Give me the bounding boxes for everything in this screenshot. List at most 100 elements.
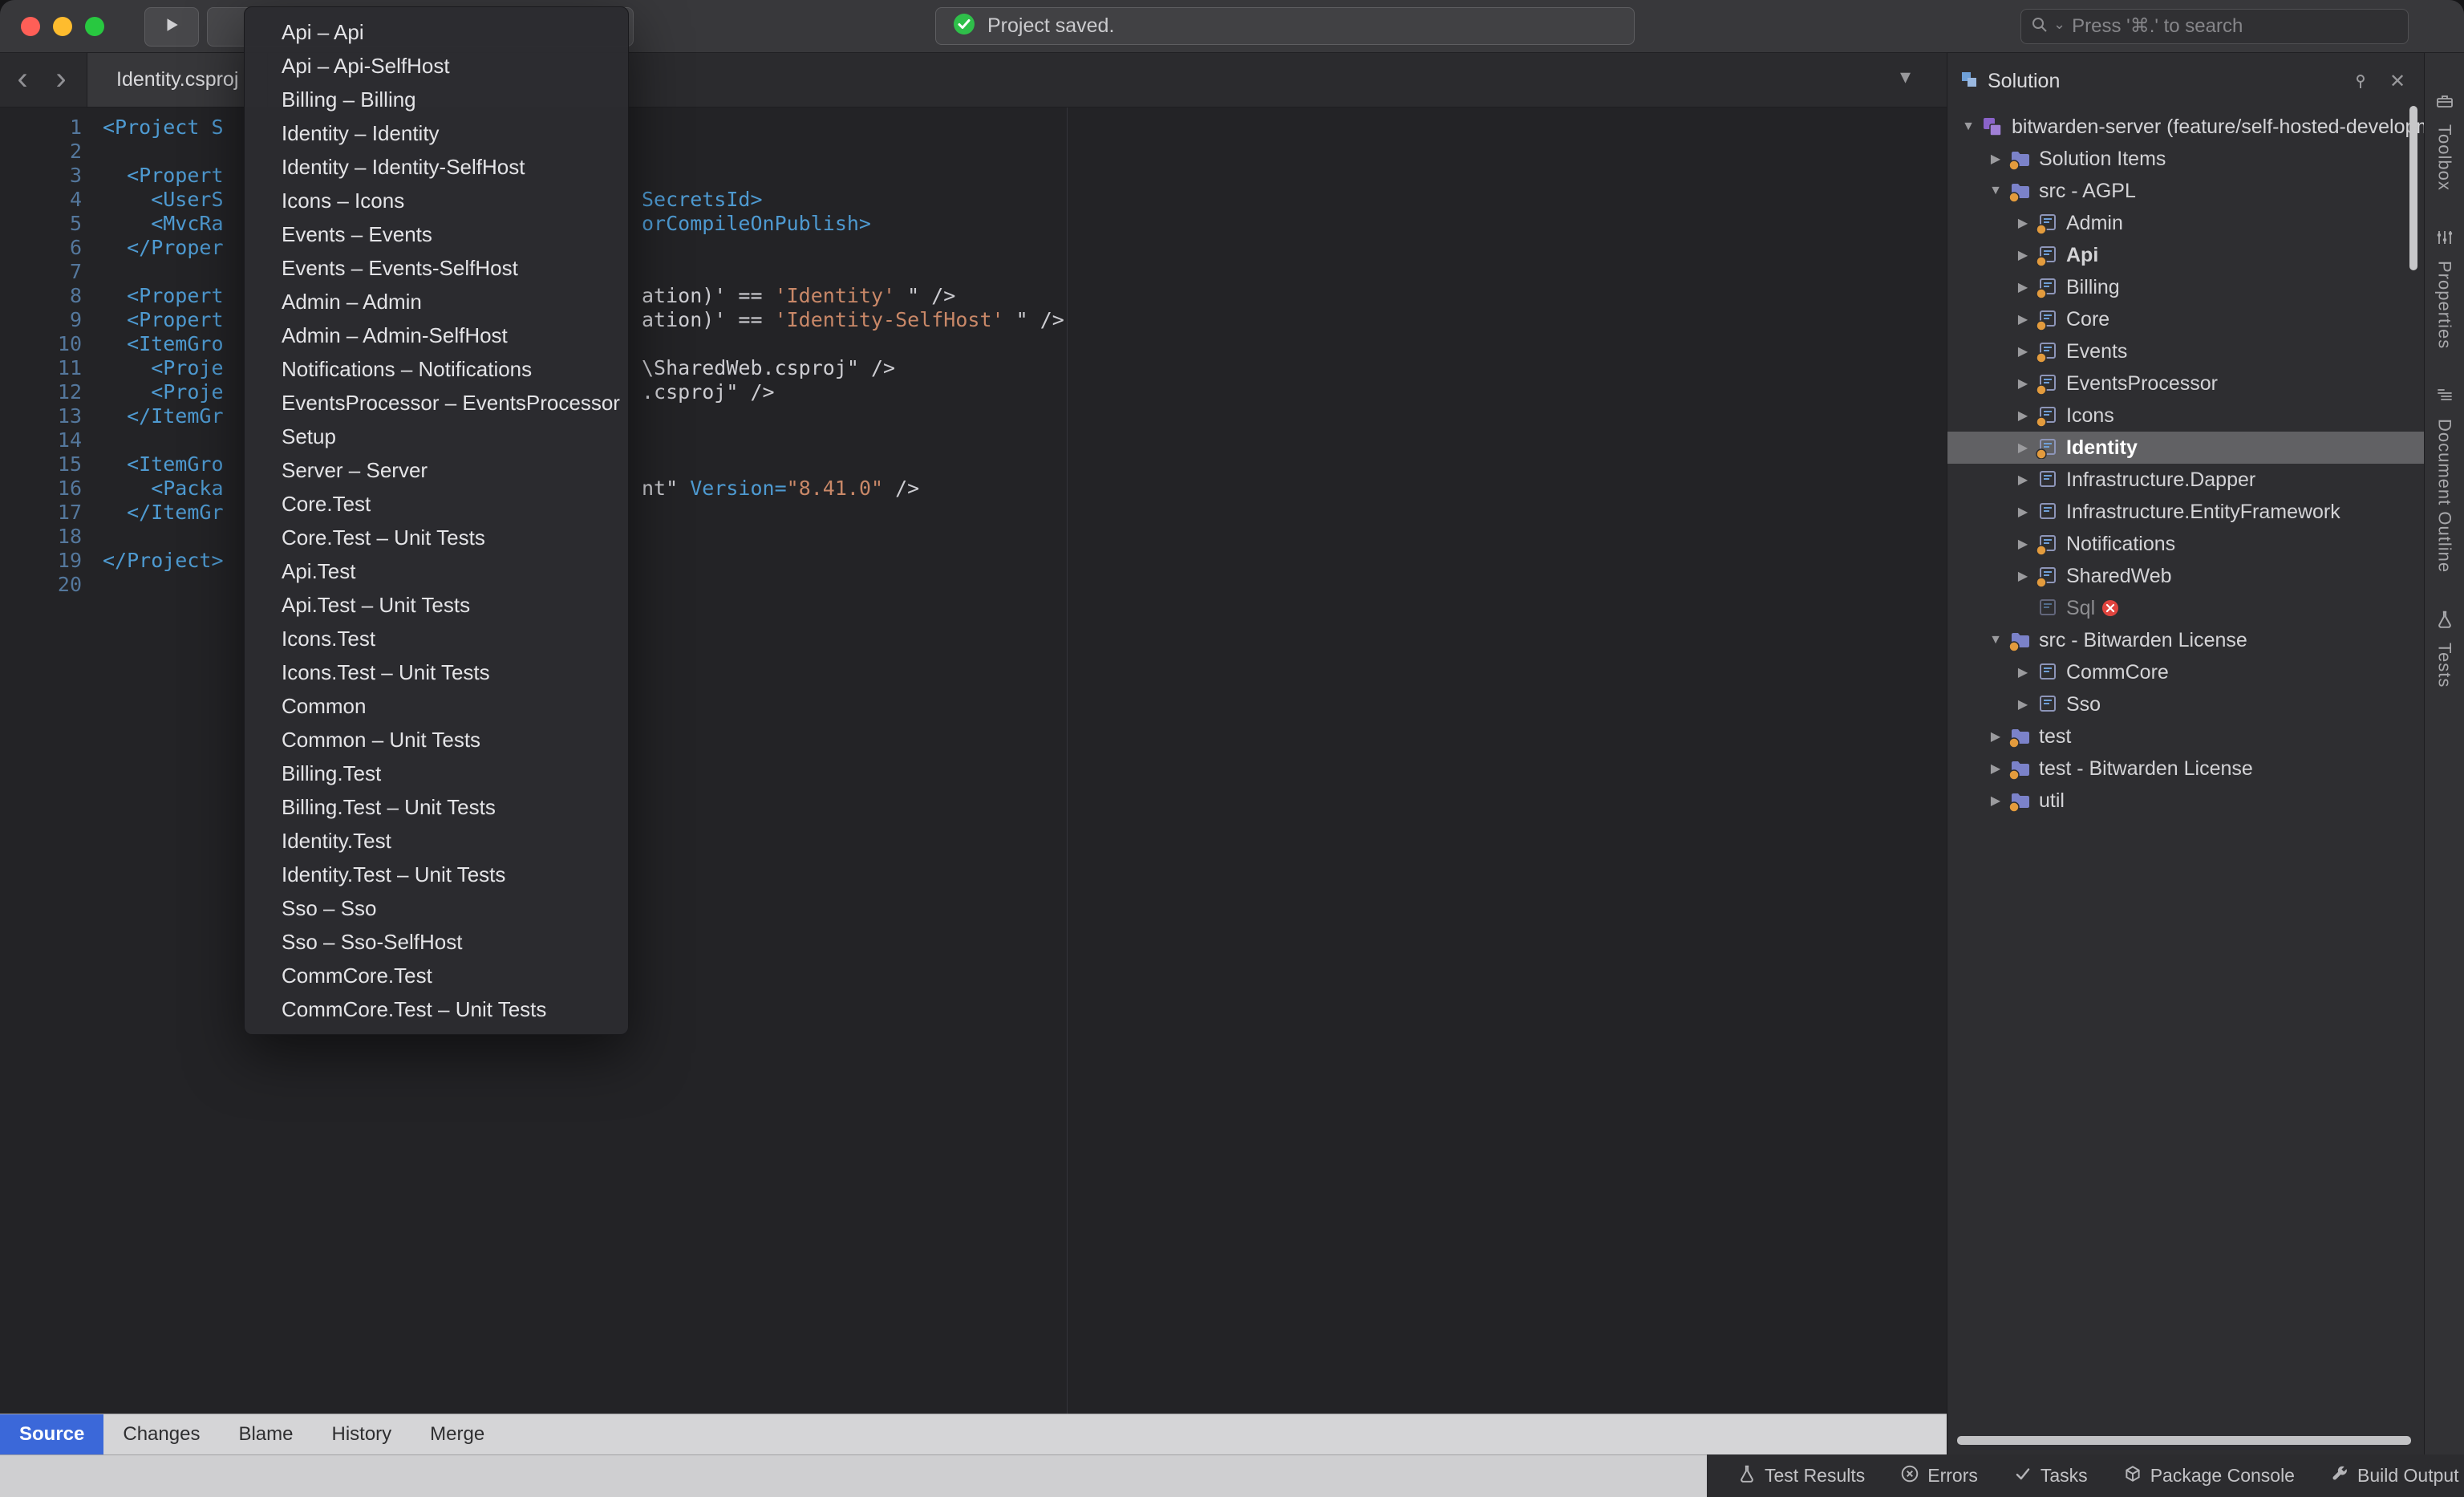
- run-config-menu-item[interactable]: Server – Server: [245, 453, 628, 487]
- status-pad-tasks[interactable]: Tasks: [2013, 1464, 2088, 1488]
- tree-item[interactable]: ▶Api: [1947, 239, 2424, 271]
- status-pad-build-output[interactable]: Build Output: [2330, 1464, 2459, 1488]
- run-config-menu-item[interactable]: CommCore.Test – Unit Tests: [245, 992, 628, 1026]
- tree-item[interactable]: ▼src - Bitwarden License: [1947, 624, 2424, 656]
- run-config-menu-item[interactable]: Billing.Test: [245, 757, 628, 790]
- tree-item[interactable]: ▼bitwarden-server (feature/self-hosted-d…: [1947, 111, 2424, 143]
- view-tab-source[interactable]: Source: [0, 1414, 103, 1454]
- run-config-menu-item[interactable]: Identity.Test – Unit Tests: [245, 858, 628, 891]
- tree-item[interactable]: ▶Sso: [1947, 688, 2424, 720]
- run-config-menu-item[interactable]: Billing.Test – Unit Tests: [245, 790, 628, 824]
- run-config-menu-item[interactable]: Api.Test – Unit Tests: [245, 588, 628, 622]
- run-config-menu-item[interactable]: Core.Test – Unit Tests: [245, 521, 628, 554]
- navigate-forward-button[interactable]: ›: [45, 59, 77, 98]
- view-tab-blame[interactable]: Blame: [219, 1414, 312, 1454]
- run-config-menu-item[interactable]: Setup: [245, 420, 628, 453]
- expand-expander-icon[interactable]: ▶: [2010, 311, 2036, 327]
- collapse-expander-icon[interactable]: ▼: [1983, 633, 2008, 647]
- tree-item[interactable]: ▶CommCore: [1947, 656, 2424, 688]
- tree-item[interactable]: ▶test: [1947, 720, 2424, 753]
- run-config-menu-item[interactable]: Icons.Test – Unit Tests: [245, 655, 628, 689]
- tool-strip-item-tests[interactable]: Tests: [2434, 610, 2455, 688]
- collapse-expander-icon[interactable]: ▼: [1955, 120, 1981, 134]
- tab-overflow-chevron-icon[interactable]: ▾: [1900, 64, 1911, 89]
- expand-expander-icon[interactable]: ▶: [2010, 375, 2036, 391]
- expand-expander-icon[interactable]: ▶: [2010, 472, 2036, 488]
- tool-strip-item-document-outline[interactable]: Document Outline: [2434, 386, 2455, 573]
- zoom-window-button[interactable]: [85, 17, 104, 36]
- status-pad-errors[interactable]: Errors: [1900, 1464, 1978, 1488]
- run-config-menu-item[interactable]: Events – Events: [245, 217, 628, 251]
- view-tab-merge[interactable]: Merge: [411, 1414, 504, 1454]
- editor-tab-identity-csproj[interactable]: Identity.csproj: [87, 53, 268, 107]
- expand-expander-icon[interactable]: ▶: [1983, 793, 2008, 809]
- solution-horizontal-scrollbar[interactable]: [1957, 1436, 2411, 1445]
- expand-expander-icon[interactable]: ▶: [2010, 408, 2036, 424]
- minimize-window-button[interactable]: [53, 17, 72, 36]
- run-config-menu-item[interactable]: Common – Unit Tests: [245, 723, 628, 757]
- close-pad-icon[interactable]: ✕: [2384, 67, 2411, 95]
- collapse-expander-icon[interactable]: ▼: [1983, 184, 2008, 198]
- expand-expander-icon[interactable]: ▶: [2010, 568, 2036, 584]
- run-config-menu-item[interactable]: Sso – Sso: [245, 891, 628, 925]
- run-config-menu-item[interactable]: Api.Test: [245, 554, 628, 588]
- run-config-menu-item[interactable]: Billing – Billing: [245, 83, 628, 116]
- tree-item[interactable]: Sql: [1947, 592, 2424, 624]
- run-button[interactable]: [144, 7, 199, 47]
- pin-pad-icon[interactable]: [2347, 67, 2374, 95]
- run-config-menu-item[interactable]: Identity – Identity-SelfHost: [245, 150, 628, 184]
- navigate-back-button[interactable]: ‹: [6, 59, 38, 98]
- tree-item[interactable]: ▶Icons: [1947, 400, 2424, 432]
- run-config-menu-item[interactable]: Identity.Test: [245, 824, 628, 858]
- tree-item[interactable]: ▶Notifications: [1947, 528, 2424, 560]
- expand-expander-icon[interactable]: ▶: [2010, 279, 2036, 295]
- expand-expander-icon[interactable]: ▶: [2010, 247, 2036, 263]
- run-config-menu-item[interactable]: Api – Api: [245, 15, 628, 49]
- expand-expander-icon[interactable]: ▶: [2010, 536, 2036, 552]
- view-tab-history[interactable]: History: [312, 1414, 411, 1454]
- tool-strip-item-properties[interactable]: Properties: [2434, 228, 2455, 349]
- expand-expander-icon[interactable]: ▶: [2010, 215, 2036, 231]
- run-config-menu-item[interactable]: Identity – Identity: [245, 116, 628, 150]
- expand-expander-icon[interactable]: ▶: [2010, 696, 2036, 712]
- tree-item[interactable]: ▶Core: [1947, 303, 2424, 335]
- tree-item[interactable]: ▶Solution Items: [1947, 143, 2424, 175]
- status-pad-package-console[interactable]: Package Console: [2123, 1464, 2295, 1488]
- run-config-menu-item[interactable]: Core.Test: [245, 487, 628, 521]
- tree-item[interactable]: ▶Events: [1947, 335, 2424, 367]
- expand-expander-icon[interactable]: ▶: [1983, 151, 2008, 167]
- solution-vertical-scrollbar[interactable]: [2409, 106, 2417, 270]
- run-config-menu-item[interactable]: Events – Events-SelfHost: [245, 251, 628, 285]
- tree-item[interactable]: ▼src - AGPL: [1947, 175, 2424, 207]
- expand-expander-icon[interactable]: ▶: [2010, 664, 2036, 680]
- tree-item[interactable]: ▶util: [1947, 785, 2424, 817]
- expand-expander-icon[interactable]: ▶: [2010, 504, 2036, 520]
- expand-expander-icon[interactable]: ▶: [2010, 343, 2036, 359]
- tree-item[interactable]: ▶EventsProcessor: [1947, 367, 2424, 400]
- run-config-menu-item[interactable]: Icons – Icons: [245, 184, 628, 217]
- tool-strip-item-toolbox[interactable]: Toolbox: [2434, 91, 2455, 191]
- expand-expander-icon[interactable]: ▶: [1983, 761, 2008, 777]
- run-config-menu-item[interactable]: Admin – Admin: [245, 285, 628, 318]
- tree-item[interactable]: ▶Admin: [1947, 207, 2424, 239]
- view-tab-changes[interactable]: Changes: [103, 1414, 219, 1454]
- search-input[interactable]: [2070, 14, 2398, 39]
- run-config-menu-item[interactable]: Common: [245, 689, 628, 723]
- tree-item[interactable]: ▶test - Bitwarden License: [1947, 753, 2424, 785]
- tree-item[interactable]: ▶Infrastructure.EntityFramework: [1947, 496, 2424, 528]
- expand-expander-icon[interactable]: ▶: [2010, 440, 2036, 456]
- tree-item[interactable]: ▶Infrastructure.Dapper: [1947, 464, 2424, 496]
- run-config-menu-item[interactable]: Sso – Sso-SelfHost: [245, 925, 628, 959]
- run-config-menu-item[interactable]: Admin – Admin-SelfHost: [245, 318, 628, 352]
- close-window-button[interactable]: [21, 17, 40, 36]
- status-pad-test-results[interactable]: Test Results: [1737, 1464, 1865, 1488]
- run-config-menu-item[interactable]: Api – Api-SelfHost: [245, 49, 628, 83]
- tree-item[interactable]: ▶Identity: [1947, 432, 2424, 464]
- run-config-menu-item[interactable]: CommCore.Test: [245, 959, 628, 992]
- run-config-menu-item[interactable]: Icons.Test: [245, 622, 628, 655]
- expand-expander-icon[interactable]: ▶: [1983, 728, 2008, 744]
- run-config-menu-item[interactable]: Notifications – Notifications: [245, 352, 628, 386]
- run-config-menu-item[interactable]: EventsProcessor – EventsProcessor: [245, 386, 628, 420]
- tree-item[interactable]: ▶SharedWeb: [1947, 560, 2424, 592]
- tree-item[interactable]: ▶Billing: [1947, 271, 2424, 303]
